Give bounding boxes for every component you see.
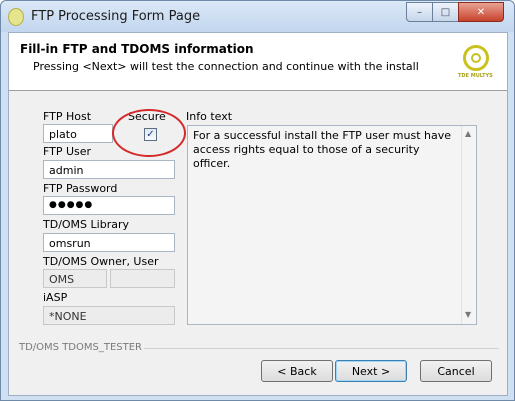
cancel-button[interactable]: Cancel (420, 360, 492, 382)
tdoms-library-label: TD/OMS Library (43, 218, 129, 231)
ftp-user-input[interactable]: admin (43, 160, 175, 179)
footer-divider (144, 348, 499, 349)
ftp-host-label: FTP Host (43, 110, 92, 123)
scroll-down-icon[interactable]: ▼ (465, 310, 471, 319)
maximize-button[interactable]: □ (432, 2, 459, 22)
info-text-content: For a successful install the FTP user mu… (193, 129, 452, 170)
ftp-host-input[interactable]: plato (43, 124, 113, 143)
iasp-label: iASP (43, 291, 68, 304)
ftp-password-label: FTP Password (43, 182, 118, 195)
window-title: FTP Processing Form Page (31, 9, 201, 24)
highlight-annotation (112, 109, 186, 157)
info-text-box[interactable]: For a successful install the FTP user mu… (187, 125, 477, 325)
iasp-input: *NONE (43, 306, 175, 325)
back-button[interactable]: < Back (261, 360, 333, 382)
minimize-button[interactable]: – (406, 2, 433, 22)
ftp-password-input[interactable]: ●●●●● (43, 196, 175, 215)
title-bar[interactable]: FTP Processing Form Page – □ ✕ (1, 1, 514, 32)
tdoms-user-input (110, 269, 175, 288)
installer-window: FTP Processing Form Page – □ ✕ Fill-in F… (0, 0, 515, 401)
connection-group-label: TD/OMS TDOMS_TESTER (19, 342, 143, 353)
tdoms-owner-input: OMS (43, 269, 107, 288)
wizard-page: Fill-in FTP and TDOMS information Pressi… (8, 32, 508, 396)
ftp-user-label: FTP User (43, 145, 92, 158)
logo-text: TDE MULTYS (458, 73, 493, 79)
tdoms-owner-label: TD/OMS Owner, User (43, 255, 159, 268)
logo-inner-ring (471, 53, 481, 63)
scroll-up-icon[interactable]: ▲ (465, 129, 471, 138)
page-title: Fill-in FTP and TDOMS information (20, 42, 254, 56)
info-scrollbar[interactable]: ▲ ▼ (461, 126, 476, 324)
app-icon (8, 8, 24, 26)
info-text-label: Info text (186, 110, 233, 123)
wizard-header: Fill-in FTP and TDOMS information Pressi… (9, 33, 507, 91)
tdoms-library-input[interactable]: omsrun (43, 233, 175, 252)
close-button[interactable]: ✕ (458, 2, 504, 22)
next-button[interactable]: Next > (335, 360, 407, 382)
logo-icon (463, 45, 489, 71)
page-subtitle: Pressing <Next> will test the connection… (33, 60, 419, 73)
